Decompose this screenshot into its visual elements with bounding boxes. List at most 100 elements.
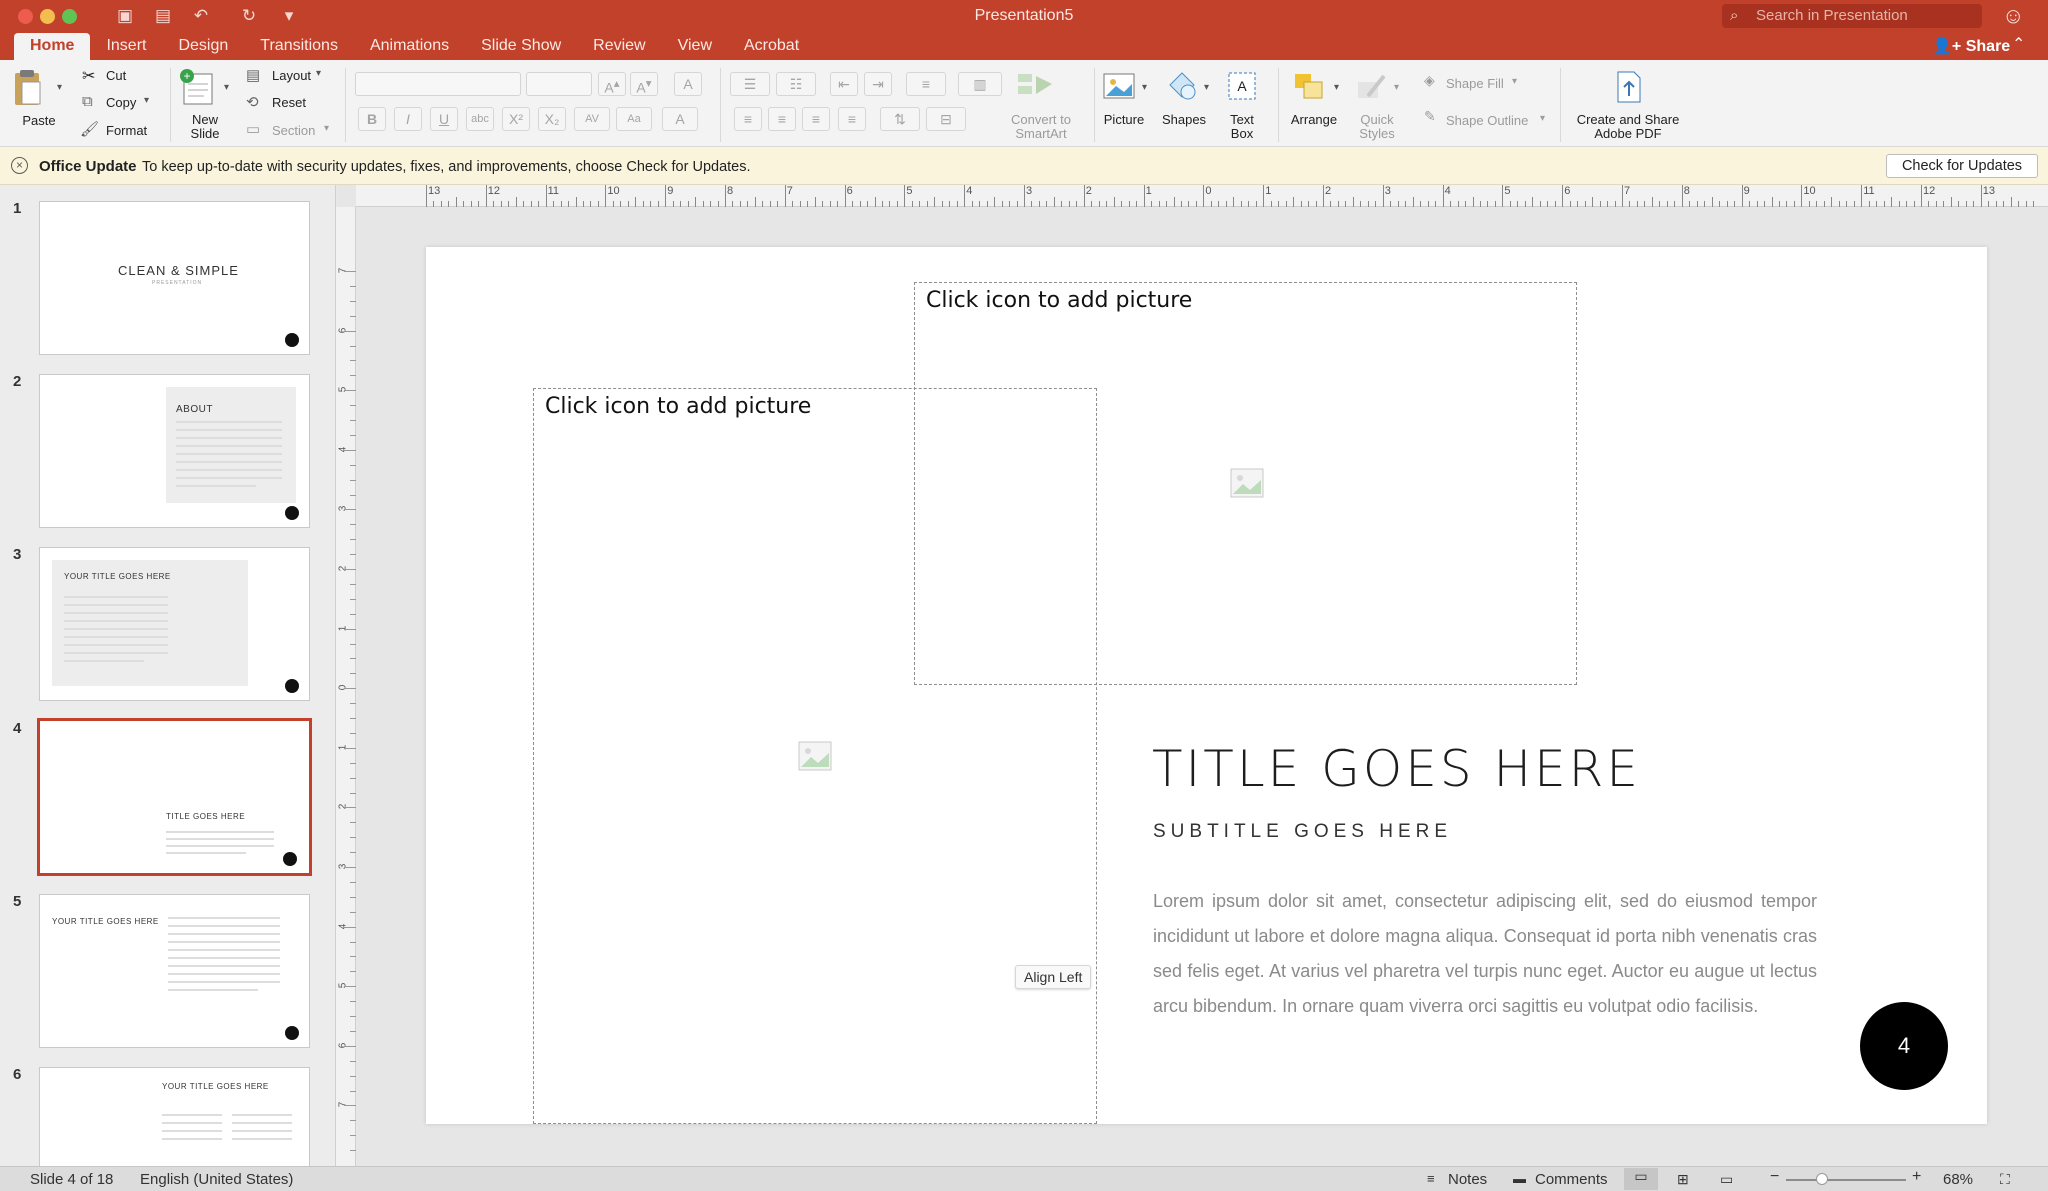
slide-thumbnail-4[interactable]: TITLE GOES HERE <box>37 718 312 876</box>
align-left-button[interactable]: ≡ <box>734 107 762 131</box>
redo-icon[interactable]: ↻ <box>236 5 262 27</box>
bullets-button[interactable]: ☰ <box>730 72 770 96</box>
slide-thumbnails-panel[interactable]: 1 CLEAN & SIMPLE PRESENTATION 2 ABOUT 3 … <box>0 185 336 1166</box>
slide-subtitle[interactable]: SUBTITLE GOES HERE <box>1153 821 1452 843</box>
slide-thumbnail-5[interactable]: YOUR TITLE GOES HERE <box>39 894 310 1048</box>
slide-thumbnail-3[interactable]: YOUR TITLE GOES HERE <box>39 547 310 701</box>
layout-button[interactable]: Layout <box>272 68 311 83</box>
font-name-dropdown[interactable] <box>355 72 521 96</box>
subscript-button[interactable]: X₂ <box>538 107 566 131</box>
format-painter-button[interactable]: Format <box>106 123 147 138</box>
picture-dropdown-icon[interactable]: ▾ <box>1142 82 1147 93</box>
create-adobe-pdf-button[interactable] <box>1610 70 1646 104</box>
quick-styles-dropdown-icon[interactable]: ▾ <box>1394 82 1399 93</box>
shape-fill-button[interactable]: Shape Fill <box>1446 76 1504 91</box>
shape-outline-dropdown-icon[interactable]: ▾ <box>1540 113 1545 124</box>
shapes-dropdown-icon[interactable]: ▾ <box>1204 82 1209 93</box>
slide-body-text[interactable]: Lorem ipsum dolor sit amet, consectetur … <box>1153 884 1817 1024</box>
text-direction-button[interactable]: ⇅ <box>880 107 920 131</box>
zoom-level[interactable]: 68% <box>1943 1171 1973 1188</box>
line-spacing-button[interactable]: ≡ <box>906 72 946 96</box>
shape-fill-dropdown-icon[interactable]: ▾ <box>1512 76 1517 87</box>
section-dropdown-icon[interactable]: ▾ <box>324 123 329 134</box>
language-indicator[interactable]: English (United States) <box>140 1171 293 1188</box>
copy-icon[interactable]: ⧉ <box>82 93 93 110</box>
slide-thumbnail-6[interactable]: YOUR TITLE GOES HERE <box>39 1067 310 1166</box>
customize-toolbar-icon[interactable]: ▾ <box>276 5 302 27</box>
align-center-button[interactable]: ≡ <box>768 107 796 131</box>
insert-picture-icon[interactable] <box>798 741 832 771</box>
format-painter-icon[interactable]: 🖌 <box>80 120 99 138</box>
dismiss-update-icon[interactable]: × <box>11 157 28 174</box>
character-spacing-button[interactable]: AV <box>574 107 610 131</box>
tab-slide-show[interactable]: Slide Show <box>465 33 577 60</box>
tab-design[interactable]: Design <box>162 33 244 60</box>
zoom-slider-handle[interactable] <box>1816 1173 1828 1185</box>
italic-button[interactable]: I <box>394 107 422 131</box>
arrange-dropdown-icon[interactable]: ▾ <box>1334 82 1339 93</box>
strikethrough-button[interactable]: abc <box>466 107 494 131</box>
cut-icon[interactable]: ✂ <box>82 66 95 86</box>
increase-indent-button[interactable]: ⇥ <box>864 72 892 96</box>
section-button[interactable]: Section <box>272 123 315 138</box>
picture-button[interactable] <box>1102 70 1138 102</box>
superscript-button[interactable]: X² <box>502 107 530 131</box>
tab-transitions[interactable]: Transitions <box>244 33 354 60</box>
zoom-out-icon[interactable]: − <box>1770 1168 1779 1186</box>
layout-icon[interactable]: ▤ <box>246 66 260 84</box>
decrease-indent-button[interactable]: ⇤ <box>830 72 858 96</box>
align-right-button[interactable]: ≡ <box>802 107 830 131</box>
collapse-ribbon-icon[interactable]: ⌃ <box>2012 34 2025 54</box>
tab-animations[interactable]: Animations <box>354 33 465 60</box>
share-button[interactable]: 👤+ Share <box>1932 36 2010 56</box>
comments-button[interactable]: Comments <box>1535 1171 1608 1188</box>
underline-button[interactable]: U <box>430 107 458 131</box>
vertical-ruler[interactable]: 765432101234567 <box>336 207 356 1166</box>
new-slide-dropdown-icon[interactable]: ▾ <box>224 82 229 93</box>
zoom-in-icon[interactable]: + <box>1912 1168 1921 1186</box>
align-text-button[interactable]: ⊟ <box>926 107 966 131</box>
decrease-font-size-button[interactable]: A▾ <box>630 72 658 96</box>
save-icon[interactable]: ▤ <box>150 5 176 27</box>
slide-title[interactable]: TITLE GOES HERE <box>1152 740 1641 798</box>
normal-view-icon[interactable]: ▭ <box>1624 1168 1658 1190</box>
slide-canvas[interactable]: Click icon to add picture Click icon to … <box>426 247 1987 1124</box>
bold-button[interactable]: B <box>358 107 386 131</box>
font-size-dropdown[interactable] <box>526 72 592 96</box>
quick-styles-button[interactable] <box>1354 70 1390 102</box>
paste-button[interactable] <box>12 68 42 108</box>
window-maximize-button[interactable] <box>62 9 77 24</box>
reading-view-icon[interactable]: ▭ <box>1720 1171 1733 1188</box>
shape-outline-button[interactable]: Shape Outline <box>1446 113 1528 128</box>
sidebar-toggle-icon[interactable]: ▣ <box>112 5 138 27</box>
clear-formatting-button[interactable]: A <box>674 72 702 96</box>
convert-smartart-button[interactable] <box>1014 68 1058 102</box>
check-for-updates-button[interactable]: Check for Updates <box>1886 154 2038 178</box>
slide-sorter-view-icon[interactable]: ⊞ <box>1677 1171 1689 1188</box>
numbering-button[interactable]: ☷ <box>776 72 816 96</box>
tab-review[interactable]: Review <box>577 33 661 60</box>
slide-thumbnail-1[interactable]: CLEAN & SIMPLE PRESENTATION <box>39 201 310 355</box>
columns-button[interactable]: ▥ <box>958 72 1002 96</box>
feedback-smiley-icon[interactable]: ☺ <box>2002 3 2024 29</box>
picture-placeholder-left[interactable]: Click icon to add picture <box>533 388 1097 1124</box>
new-slide-button[interactable]: + <box>178 68 214 108</box>
zoom-slider-track[interactable] <box>1786 1179 1906 1181</box>
arrange-button[interactable] <box>1292 70 1328 102</box>
justify-button[interactable]: ≡ <box>838 107 866 131</box>
window-close-button[interactable] <box>18 9 33 24</box>
shapes-button[interactable] <box>1164 70 1200 102</box>
tab-acrobat[interactable]: Acrobat <box>728 33 815 60</box>
copy-button[interactable]: Copy <box>106 95 136 110</box>
tab-view[interactable]: View <box>662 33 728 60</box>
window-minimize-button[interactable] <box>40 9 55 24</box>
text-box-button[interactable]: A <box>1224 70 1260 102</box>
paste-dropdown-icon[interactable]: ▾ <box>57 82 62 93</box>
slide-thumbnail-2[interactable]: ABOUT <box>39 374 310 528</box>
copy-dropdown-icon[interactable]: ▾ <box>144 95 149 106</box>
increase-font-size-button[interactable]: A▴ <box>598 72 626 96</box>
reset-button[interactable]: Reset <box>272 95 306 110</box>
search-input[interactable]: ⌕ Search in Presentation <box>1722 4 1982 28</box>
insert-picture-icon[interactable] <box>1230 468 1264 498</box>
font-color-button[interactable]: A <box>662 107 698 131</box>
